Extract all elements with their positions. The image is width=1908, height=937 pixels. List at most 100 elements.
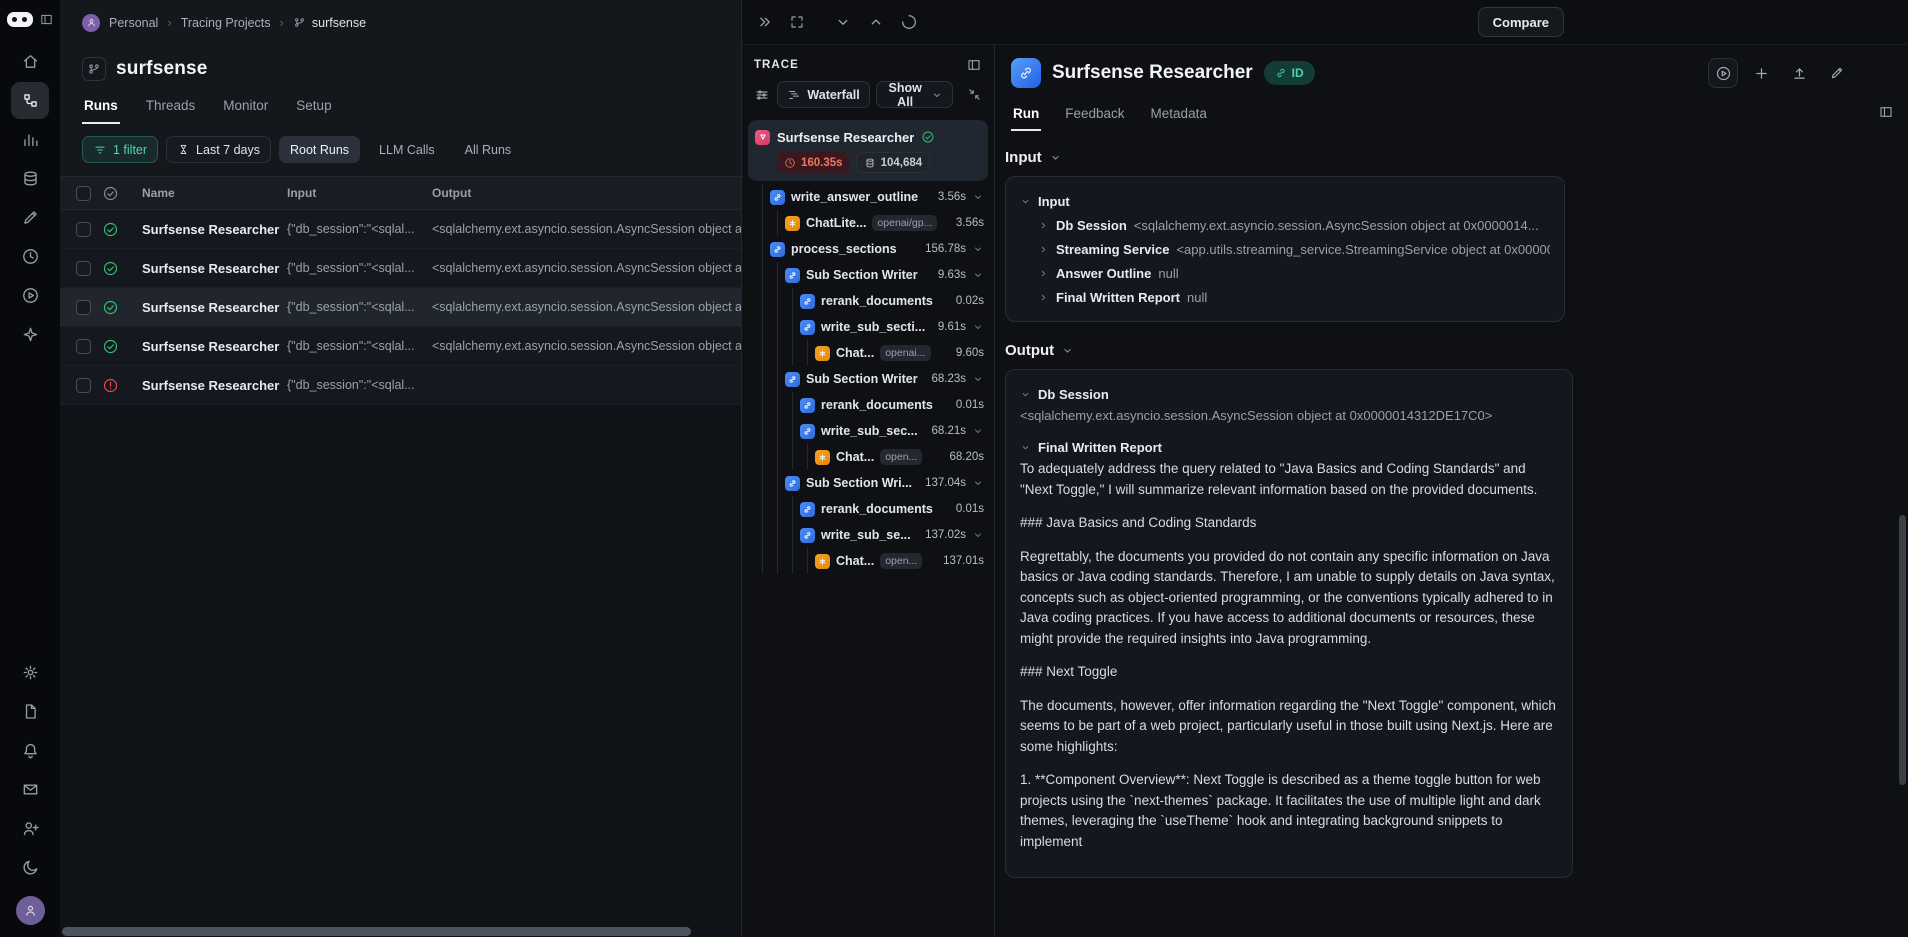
chevron-down-icon[interactable] — [972, 191, 984, 203]
kv-row-final-written-report[interactable]: Final Written Report — [1020, 435, 1558, 459]
mail-icon[interactable] — [11, 771, 49, 808]
tab-runs[interactable]: Runs — [82, 89, 120, 124]
trace-panel-toggle-icon[interactable] — [966, 57, 982, 73]
settings-gear-icon[interactable] — [11, 654, 49, 691]
kv-row-db-session[interactable]: Db Session — [1020, 382, 1558, 406]
trace-node-sub-section-wri[interactable]: Sub Section Wri...137.04s — [748, 470, 988, 496]
add-to-dataset-button[interactable] — [1746, 58, 1776, 88]
chevron-right-icon[interactable] — [1038, 292, 1049, 303]
chevron-right-icon[interactable] — [1038, 244, 1049, 255]
chevron-down-icon[interactable] — [972, 477, 984, 489]
expand-fullscreen-icon[interactable] — [789, 14, 805, 30]
date-range-button[interactable]: Last 7 days — [166, 136, 271, 163]
trace-node-rerank-documents[interactable]: rerank_documents0.01s — [748, 392, 988, 418]
trace-node-chat[interactable]: Chat...open...137.01s — [748, 548, 988, 574]
docs-icon[interactable] — [11, 693, 49, 730]
run-row[interactable]: Surfsense Researcher{"db_session":"<sqla… — [60, 210, 741, 249]
open-in-playground-button[interactable] — [1708, 58, 1738, 88]
invite-user-icon[interactable] — [11, 810, 49, 847]
kv-row-streaming-service[interactable]: Streaming Service<app.utils.streaming_se… — [1020, 237, 1550, 261]
chevron-right-icon[interactable] — [1038, 268, 1049, 279]
chip-root-runs[interactable]: Root Runs — [279, 136, 360, 163]
trace-root-node[interactable]: Surfsense Researcher 160.35s 104,684 — [748, 120, 988, 181]
tab-monitor[interactable]: Monitor — [221, 89, 270, 124]
run-row[interactable]: Surfsense Researcher{"db_session":"<sqla… — [60, 288, 741, 327]
row-checkbox[interactable] — [76, 300, 91, 315]
chevron-right-icon[interactable] — [1038, 220, 1049, 231]
kv-row-db-session[interactable]: Db Session<sqlalchemy.ext.asyncio.sessio… — [1020, 213, 1550, 237]
run-row[interactable]: Surfsense Researcher{"db_session":"<sqla… — [60, 327, 741, 366]
detail-tab-run[interactable]: Run — [1011, 98, 1041, 131]
trace-filter-button[interactable] — [752, 83, 771, 107]
row-checkbox[interactable] — [76, 378, 91, 393]
collapse-panel-icon[interactable] — [756, 13, 774, 31]
chevron-down-icon[interactable] — [1020, 196, 1031, 207]
clock-icon[interactable] — [11, 238, 49, 275]
waterfall-button[interactable]: Waterfall — [777, 81, 869, 108]
trace-node-chatlite[interactable]: ChatLite...openai/gp...3.56s — [748, 210, 988, 236]
breadcrumb-tracing-projects[interactable]: Tracing Projects — [181, 16, 271, 30]
vertical-scrollbar[interactable] — [1899, 515, 1906, 785]
user-avatar[interactable] — [16, 896, 45, 925]
tracing-projects-icon[interactable] — [11, 82, 49, 119]
chevron-down-icon[interactable] — [972, 529, 984, 541]
theme-moon-icon[interactable] — [11, 849, 49, 886]
kv-row-answer-outline[interactable]: Answer Outlinenull — [1020, 261, 1550, 285]
chevron-down-icon[interactable] — [1020, 389, 1031, 400]
trace-node-rerank-documents[interactable]: rerank_documents0.02s — [748, 288, 988, 314]
chevron-down-icon[interactable] — [1020, 442, 1031, 453]
detail-tab-metadata[interactable]: Metadata — [1149, 98, 1209, 131]
annotation-pencil-icon[interactable] — [11, 199, 49, 236]
scrollbar-thumb[interactable] — [62, 927, 691, 936]
chevron-down-icon[interactable] — [972, 321, 984, 333]
column-output[interactable]: Output — [432, 186, 741, 200]
chevron-down-icon[interactable] — [972, 269, 984, 281]
column-name[interactable]: Name — [142, 186, 287, 200]
run-row[interactable]: Surfsense Researcher{"db_session":"<sqla… — [60, 366, 741, 405]
chip-all-runs[interactable]: All Runs — [454, 136, 523, 163]
kv-row-final-written-report[interactable]: Final Written Reportnull — [1020, 285, 1550, 309]
output-section-heading[interactable]: Output — [1005, 342, 1892, 359]
trace-node-process-sections[interactable]: process_sections156.78s — [748, 236, 988, 262]
prompts-sparkle-icon[interactable] — [11, 316, 49, 353]
chip-llm-calls[interactable]: LLM Calls — [368, 136, 446, 163]
trace-node-write-sub-secti[interactable]: write_sub_secti...9.61s — [748, 314, 988, 340]
trace-node-write-sub-sec[interactable]: write_sub_sec...68.21s — [748, 418, 988, 444]
dashboards-icon[interactable] — [11, 121, 49, 158]
collapse-all-button[interactable] — [965, 83, 984, 107]
run-id-pill[interactable]: ID — [1264, 61, 1315, 85]
breadcrumb-org[interactable]: Personal — [109, 16, 158, 30]
chevron-down-icon[interactable] — [972, 373, 984, 385]
breadcrumb-project[interactable]: surfsense — [293, 16, 366, 30]
share-button[interactable] — [1784, 58, 1814, 88]
trace-node-sub-section-writer[interactable]: Sub Section Writer68.23s — [748, 366, 988, 392]
status-column-icon[interactable] — [102, 185, 142, 202]
run-row[interactable]: Surfsense Researcher{"db_session":"<sqla… — [60, 249, 741, 288]
trace-node-write-sub-se[interactable]: write_sub_se...137.02s — [748, 522, 988, 548]
trace-node-write-answer-outline[interactable]: write_answer_outline3.56s — [748, 184, 988, 210]
trace-node-sub-section-writer[interactable]: Sub Section Writer9.63s — [748, 262, 988, 288]
trace-node-chat[interactable]: Chat...openai...9.60s — [748, 340, 988, 366]
horizontal-scrollbar[interactable] — [62, 927, 738, 936]
notifications-bell-icon[interactable] — [11, 732, 49, 769]
chevron-down-icon[interactable] — [972, 243, 984, 255]
kv-row-input[interactable]: Input — [1020, 189, 1550, 213]
column-input[interactable]: Input — [287, 186, 432, 200]
next-run-icon[interactable] — [834, 13, 852, 31]
prev-run-icon[interactable] — [867, 13, 885, 31]
detail-tab-feedback[interactable]: Feedback — [1063, 98, 1126, 131]
trace-node-chat[interactable]: Chat...open...68.20s — [748, 444, 988, 470]
row-checkbox[interactable] — [76, 339, 91, 354]
row-checkbox[interactable] — [76, 261, 91, 276]
select-all-checkbox[interactable] — [76, 186, 91, 201]
tab-setup[interactable]: Setup — [294, 89, 333, 124]
datasets-icon[interactable] — [11, 160, 49, 197]
edit-button[interactable] — [1822, 58, 1852, 88]
chevron-down-icon[interactable] — [972, 425, 984, 437]
trace-node-rerank-documents[interactable]: rerank_documents0.01s — [748, 496, 988, 522]
show-all-button[interactable]: Show All — [876, 81, 953, 108]
sidebar-collapse-icon[interactable] — [39, 12, 54, 27]
row-checkbox[interactable] — [76, 222, 91, 237]
playground-play-icon[interactable] — [11, 277, 49, 314]
org-avatar[interactable] — [82, 14, 100, 32]
